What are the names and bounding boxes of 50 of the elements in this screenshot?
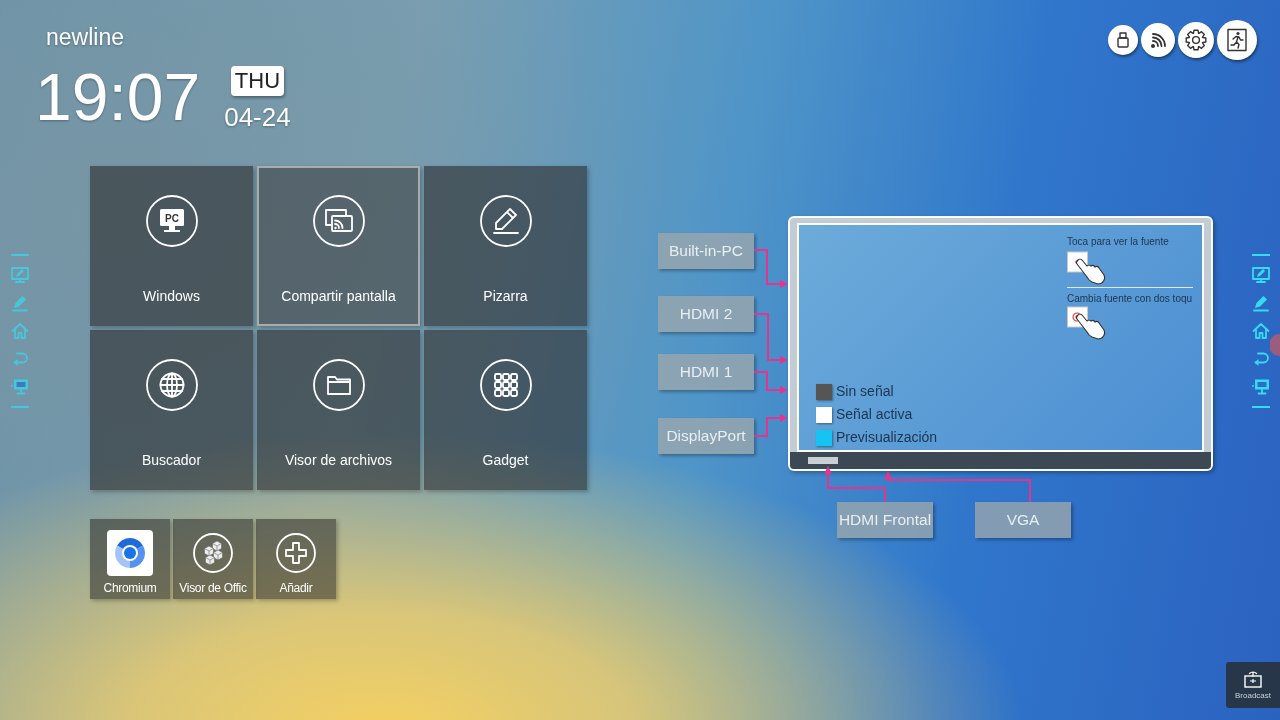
launcher-tile[interactable]: Pizarra <box>424 166 587 326</box>
settings-icon <box>1185 29 1207 51</box>
screen-share-icon <box>312 195 365 247</box>
usb-drive-button[interactable] <box>1108 25 1138 55</box>
cast-box-icon <box>1243 670 1263 688</box>
app-shortcut[interactable]: Visor de Offic <box>173 519 253 599</box>
app-grid-icon <box>479 359 532 411</box>
settings-button[interactable] <box>1178 22 1214 58</box>
hint-text: Cambia fuente con dos toqu <box>1067 293 1193 305</box>
app-shortcut[interactable]: Chromium <box>90 519 170 599</box>
wireless-button[interactable] <box>1141 23 1175 57</box>
double-tap-icon <box>1067 306 1107 340</box>
tap-gesture-icon <box>1067 251 1107 285</box>
launcher-tile[interactable]: Visor de archivos <box>257 330 420 490</box>
signal-icon <box>1149 31 1167 49</box>
exit-sign-icon <box>1226 28 1248 52</box>
back-arrow-icon[interactable] <box>1252 350 1270 368</box>
hint-text: Toca para ver la fuente <box>1067 236 1169 248</box>
clock-date: 04-24 <box>224 104 291 130</box>
usb-drive-icon <box>1117 32 1129 48</box>
launcher-tile[interactable]: Compartir pantalla <box>257 166 420 326</box>
monitor-icon: PC <box>145 195 198 247</box>
connector-arrow <box>753 313 788 364</box>
legend-label: Previsualización <box>836 429 938 446</box>
monitor-icon[interactable] <box>11 378 29 396</box>
monitor-icon[interactable] <box>1252 378 1270 396</box>
monitor-pen-icon[interactable] <box>1252 266 1270 284</box>
app-shortcut[interactable]: Añadir <box>256 519 336 599</box>
connector-arrow <box>753 371 788 394</box>
home-icon[interactable] <box>1252 322 1270 340</box>
plus-icon <box>276 533 316 573</box>
launcher-tile[interactable]: Gadget <box>424 330 587 490</box>
launcher-tile[interactable]: PC Windows <box>90 166 253 326</box>
weekday-badge: THU <box>230 66 285 96</box>
exit-button[interactable] <box>1217 20 1257 60</box>
launcher-tile[interactable]: Buscador <box>90 330 253 490</box>
globe-icon <box>145 359 198 411</box>
pen-icon <box>479 195 532 247</box>
connector-arrow <box>753 414 788 437</box>
folder-icon <box>312 359 365 411</box>
port-marker <box>808 457 838 464</box>
legend-label: Sin señal <box>836 383 894 400</box>
brand-logo: newline <box>46 23 124 51</box>
broadcast-button[interactable]: Broadcast <box>1226 662 1280 708</box>
cubes-icon <box>193 533 233 573</box>
chromium-logo-icon <box>107 530 153 576</box>
connector-arrow <box>753 249 788 288</box>
clock-time: 19:07 <box>35 64 201 130</box>
pen-icon[interactable] <box>1252 294 1270 312</box>
legend-label: Señal activa <box>836 406 913 423</box>
